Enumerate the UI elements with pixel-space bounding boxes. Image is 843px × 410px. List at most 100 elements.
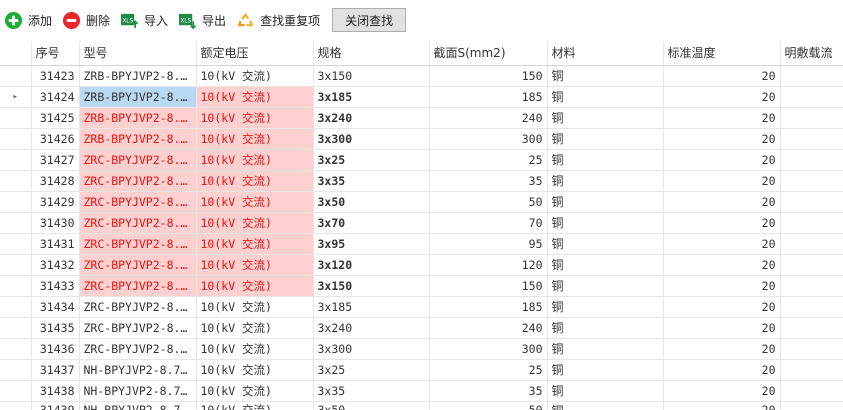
export-button[interactable]: XLS 导出 [178, 8, 226, 32]
cell-model[interactable]: ZRC-BPYJVP2-8.… [79, 317, 197, 339]
cell-id[interactable]: 31438 [31, 380, 80, 402]
cell-material[interactable]: 铜 [547, 380, 664, 402]
cell-model[interactable]: ZRB-BPYJVP2-8.… [79, 65, 197, 87]
cell-temp[interactable]: 20 [663, 212, 781, 234]
cell-voltage[interactable]: 10(kV 交流) [196, 65, 314, 87]
table-row[interactable]: 31427 ZRC-BPYJVP2-8.… 10(kV 交流) 3x25 25 铜 20 [0, 149, 843, 171]
cell-spec[interactable]: 3x25 [313, 359, 430, 381]
table-row[interactable]: 31438 NH-BPYJVP2-8.7… 10(kV 交流) 3x35 35 铜 20 [0, 380, 843, 402]
cell-temp[interactable]: 20 [663, 128, 781, 150]
cell-temp[interactable]: 20 [663, 65, 781, 87]
cell-material[interactable]: 铜 [547, 170, 664, 192]
cell-temp[interactable]: 20 [663, 317, 781, 339]
import-button[interactable]: XLS 导入 [120, 8, 168, 32]
cell-section[interactable]: 240 [429, 107, 548, 129]
row-indicator[interactable] [0, 65, 32, 87]
table-row[interactable]: 31439NH-BPYJVP2-8.7…10(kV 交流)3x5050铜20 [0, 401, 843, 410]
cell-ampacity[interactable] [780, 401, 843, 410]
col-section[interactable]: 截面S(mm2) [429, 41, 548, 66]
table-row[interactable]: 31431 ZRC-BPYJVP2-8.… 10(kV 交流) 3x95 95 铜 20 [0, 233, 843, 255]
cell-voltage[interactable]: 10(kV 交流) [196, 191, 314, 213]
row-indicator[interactable] [0, 233, 32, 255]
table-row[interactable]: 31436 ZRC-BPYJVP2-8.… 10(kV 交流) 3x300 300 铜 20 [0, 338, 843, 360]
cell-material[interactable]: 铜 [547, 86, 664, 108]
cell-spec[interactable]: 3x50 [313, 401, 430, 410]
row-indicator[interactable] [0, 212, 32, 234]
col-temp[interactable]: 标准温度 [663, 41, 781, 66]
cell-id[interactable]: 31423 [31, 65, 80, 87]
cell-ampacity[interactable] [780, 212, 843, 234]
cell-spec[interactable]: 3x95 [313, 233, 430, 255]
cell-id[interactable]: 31428 [31, 170, 80, 192]
close-find-button[interactable]: 关闭查找 [332, 8, 407, 32]
cell-temp[interactable]: 20 [663, 359, 781, 381]
cell-spec[interactable]: 3x240 [313, 107, 430, 129]
cell-section[interactable]: 185 [429, 296, 548, 318]
cell-ampacity[interactable] [780, 338, 843, 360]
table-row[interactable]: 31428 ZRC-BPYJVP2-8.… 10(kV 交流) 3x35 35 铜 20 [0, 170, 843, 192]
row-indicator[interactable] [0, 401, 32, 410]
cell-spec[interactable]: 3x120 [313, 254, 430, 276]
col-id[interactable]: 序号 [31, 41, 80, 66]
cell-section[interactable]: 120 [429, 254, 548, 276]
cell-temp[interactable]: 20 [663, 149, 781, 171]
cell-ampacity[interactable] [780, 107, 843, 129]
cell-ampacity[interactable] [780, 233, 843, 255]
cell-section[interactable]: 240 [429, 317, 548, 339]
cell-temp[interactable]: 20 [663, 191, 781, 213]
table-row[interactable]: 31425 ZRB-BPYJVP2-8.… 10(kV 交流) 3x240 240 铜 20 [0, 107, 843, 129]
cell-temp[interactable]: 20 [663, 401, 781, 410]
cell-model[interactable]: ZRC-BPYJVP2-8.… [79, 296, 197, 318]
cell-section[interactable]: 300 [429, 338, 548, 360]
cell-id[interactable]: 31424 [31, 86, 80, 108]
col-voltage[interactable]: 额定电压 [196, 41, 314, 66]
cell-spec[interactable]: 3x150 [313, 65, 430, 87]
cell-voltage[interactable]: 10(kV 交流) [196, 128, 314, 150]
cell-model[interactable]: NH-BPYJVP2-8.7… [79, 359, 197, 381]
cell-temp[interactable]: 20 [663, 275, 781, 297]
cell-voltage[interactable]: 10(kV 交流) [196, 86, 314, 108]
cell-material[interactable]: 铜 [547, 65, 664, 87]
cell-id[interactable]: 31427 [31, 149, 80, 171]
cell-spec[interactable]: 3x70 [313, 212, 430, 234]
cell-material[interactable]: 铜 [547, 275, 664, 297]
row-indicator[interactable] [0, 170, 32, 192]
add-button[interactable]: 添加 [4, 8, 52, 32]
cell-voltage[interactable]: 10(kV 交流) [196, 401, 314, 410]
cell-ampacity[interactable] [780, 380, 843, 402]
cell-spec[interactable]: 3x185 [313, 86, 430, 108]
cell-ampacity[interactable] [780, 296, 843, 318]
cell-voltage[interactable]: 10(kV 交流) [196, 212, 314, 234]
row-indicator[interactable] [0, 254, 32, 276]
cell-section[interactable]: 150 [429, 65, 548, 87]
cell-section[interactable]: 70 [429, 212, 548, 234]
cell-ampacity[interactable] [780, 191, 843, 213]
row-indicator[interactable] [0, 275, 32, 297]
cell-model[interactable]: NH-BPYJVP2-8.7… [79, 401, 197, 410]
cell-model[interactable]: ZRC-BPYJVP2-8.… [79, 191, 197, 213]
table-row[interactable]: 31429 ZRC-BPYJVP2-8.… 10(kV 交流) 3x50 50 铜 20 [0, 191, 843, 213]
cell-material[interactable]: 铜 [547, 212, 664, 234]
cell-temp[interactable]: 20 [663, 233, 781, 255]
cell-material[interactable]: 铜 [547, 107, 664, 129]
cell-voltage[interactable]: 10(kV 交流) [196, 275, 314, 297]
delete-button[interactable]: 删除 [62, 8, 110, 32]
cell-id[interactable]: 31431 [31, 233, 80, 255]
row-indicator[interactable] [0, 107, 32, 129]
cell-voltage[interactable]: 10(kV 交流) [196, 296, 314, 318]
cell-model[interactable]: ZRC-BPYJVP2-8.… [79, 170, 197, 192]
cell-voltage[interactable]: 10(kV 交流) [196, 170, 314, 192]
cell-id[interactable]: 31436 [31, 338, 80, 360]
cell-model[interactable]: ZRB-BPYJVP2-8.… [79, 107, 197, 129]
cell-model[interactable]: ZRB-BPYJVP2-8.… [79, 128, 197, 150]
cell-temp[interactable]: 20 [663, 296, 781, 318]
cell-temp[interactable]: 20 [663, 86, 781, 108]
cell-material[interactable]: 铜 [547, 254, 664, 276]
cell-ampacity[interactable] [780, 359, 843, 381]
table-row[interactable]: 31430 ZRC-BPYJVP2-8.… 10(kV 交流) 3x70 70 铜 20 [0, 212, 843, 234]
cell-spec[interactable]: 3x300 [313, 128, 430, 150]
cell-ampacity[interactable] [780, 317, 843, 339]
cell-section[interactable]: 50 [429, 401, 548, 410]
cell-id[interactable]: 31437 [31, 359, 80, 381]
cell-id[interactable]: 31426 [31, 128, 80, 150]
